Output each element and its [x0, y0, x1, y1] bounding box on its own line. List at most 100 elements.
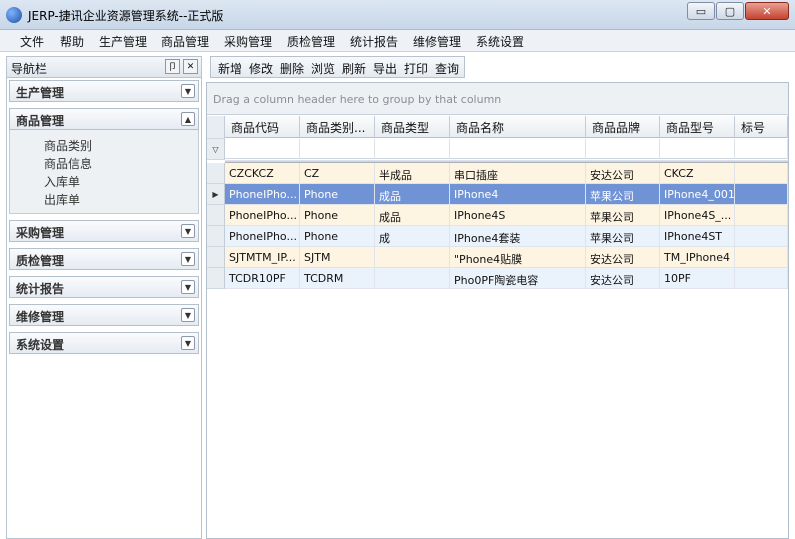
chevron-down-icon[interactable]: ▼	[181, 308, 195, 322]
column-header-code[interactable]: 商品代码	[225, 116, 300, 138]
table-cell[interactable]: 10PF	[660, 268, 735, 289]
column-header-category[interactable]: 商品类别...	[300, 116, 375, 138]
chevron-down-icon[interactable]: ▼	[181, 252, 195, 266]
column-header-type[interactable]: 商品类型	[375, 116, 450, 138]
table-cell[interactable]: PhoneIPho...	[225, 226, 300, 247]
table-cell[interactable]: TCDR10PF	[225, 268, 300, 289]
table-cell[interactable]: Pho0PF陶瓷电容	[450, 268, 586, 289]
sidebar-item-outbound[interactable]: 出库单	[44, 191, 80, 208]
filter-cell[interactable]	[375, 139, 450, 159]
table-cell[interactable]: CZ	[300, 163, 375, 184]
refresh-button[interactable]: 刷新	[342, 60, 366, 77]
browse-button[interactable]: 浏览	[311, 60, 335, 77]
table-cell[interactable]: IPhone4S	[450, 205, 586, 226]
chevron-up-icon[interactable]: ▲	[181, 112, 195, 126]
table-cell[interactable]: CKCZ	[660, 163, 735, 184]
table-cell[interactable]: 安达公司	[586, 163, 660, 184]
edit-button[interactable]: 修改	[249, 60, 273, 77]
close-button[interactable]: ✕	[745, 2, 789, 20]
group-reports[interactable]: 统计报告 ▼	[9, 276, 199, 298]
menu-production[interactable]: 生产管理	[99, 33, 147, 50]
group-settings[interactable]: 系统设置 ▼	[9, 332, 199, 354]
row-indicator[interactable]	[207, 247, 225, 268]
table-cell[interactable]: 安达公司	[586, 247, 660, 268]
export-button[interactable]: 导出	[373, 60, 397, 77]
menu-file[interactable]: 文件	[20, 33, 44, 50]
add-button[interactable]: 新增	[218, 60, 242, 77]
table-cell[interactable]: IPhone4S_...	[660, 205, 735, 226]
table-cell[interactable]	[375, 247, 450, 268]
column-header-model[interactable]: 商品型号	[660, 116, 735, 138]
delete-button[interactable]: 删除	[280, 60, 304, 77]
table-cell[interactable]: IPhone4ST	[660, 226, 735, 247]
table-cell[interactable]: 串口插座	[450, 163, 586, 184]
filter-icon[interactable]: ▽	[207, 139, 225, 160]
table-cell[interactable]	[375, 268, 450, 289]
group-goods[interactable]: 商品管理 ▲	[9, 108, 199, 130]
sidebar-item-goods-category[interactable]: 商品类别	[44, 137, 92, 154]
group-production[interactable]: 生产管理 ▼	[9, 80, 199, 102]
menu-repair[interactable]: 维修管理	[413, 33, 461, 50]
menu-help[interactable]: 帮助	[60, 33, 84, 50]
group-quality[interactable]: 质检管理 ▼	[9, 248, 199, 270]
group-repair[interactable]: 维修管理 ▼	[9, 304, 199, 326]
table-cell[interactable]	[735, 184, 788, 205]
table-cell[interactable]: Phone	[300, 226, 375, 247]
print-button[interactable]: 打印	[404, 60, 428, 77]
table-cell[interactable]: 成品	[375, 205, 450, 226]
group-purchase[interactable]: 采购管理 ▼	[9, 220, 199, 242]
menu-goods[interactable]: 商品管理	[161, 33, 209, 50]
table-cell[interactable]	[735, 268, 788, 289]
filter-cell[interactable]	[735, 139, 788, 159]
table-cell[interactable]	[735, 226, 788, 247]
chevron-down-icon[interactable]: ▼	[181, 280, 195, 294]
table-cell[interactable]: CZCKCZ	[225, 163, 300, 184]
table-cell[interactable]: 半成品	[375, 163, 450, 184]
table-cell[interactable]: Phone	[300, 184, 375, 205]
table-cell[interactable]: 苹果公司	[586, 205, 660, 226]
filter-row[interactable]	[225, 139, 788, 159]
table-cell[interactable]: 安达公司	[586, 268, 660, 289]
table-cell[interactable]: SJTM	[300, 247, 375, 268]
query-button[interactable]: 查询	[435, 60, 459, 77]
table-cell[interactable]	[735, 163, 788, 184]
column-header-label[interactable]: 标号	[735, 116, 788, 138]
table-cell[interactable]: 苹果公司	[586, 226, 660, 247]
table-cell[interactable]	[735, 205, 788, 226]
table-cell[interactable]: SJTMTM_IP...	[225, 247, 300, 268]
filter-cell[interactable]	[660, 139, 735, 159]
table-cell[interactable]: 苹果公司	[586, 184, 660, 205]
menu-reports[interactable]: 统计报告	[350, 33, 398, 50]
menu-quality[interactable]: 质检管理	[287, 33, 335, 50]
group-by-panel[interactable]: Drag a column header here to group by th…	[207, 83, 788, 115]
row-indicator[interactable]	[207, 163, 225, 184]
column-header-brand[interactable]: 商品品牌	[586, 116, 660, 138]
column-header-name[interactable]: 商品名称	[450, 116, 586, 138]
filter-cell[interactable]	[586, 139, 660, 159]
table-cell[interactable]: "Phone4贴膜	[450, 247, 586, 268]
sidebar-item-inbound[interactable]: 入库单	[44, 173, 80, 190]
row-indicator[interactable]	[207, 205, 225, 226]
table-cell[interactable]: Phone	[300, 205, 375, 226]
chevron-down-icon[interactable]: ▼	[181, 84, 195, 98]
table-cell[interactable]: 成	[375, 226, 450, 247]
table-cell[interactable]: PhoneIPho...	[225, 184, 300, 205]
menu-purchase[interactable]: 采购管理	[224, 33, 272, 50]
pin-icon[interactable]: 卩	[165, 59, 180, 74]
filter-cell[interactable]	[225, 139, 300, 159]
table-cell[interactable]: 成品	[375, 184, 450, 205]
table-cell[interactable]: TM_IPhone4	[660, 247, 735, 268]
table-cell[interactable]	[735, 247, 788, 268]
row-indicator[interactable]	[207, 226, 225, 247]
filter-cell[interactable]	[300, 139, 375, 159]
row-indicator[interactable]	[207, 268, 225, 289]
table-cell[interactable]: IPhone4	[450, 184, 586, 205]
table-cell[interactable]: TCDRM	[300, 268, 375, 289]
maximize-button[interactable]: ▢	[716, 2, 744, 20]
sidebar-item-goods-info[interactable]: 商品信息	[44, 155, 92, 172]
table-cell[interactable]: PhoneIPho...	[225, 205, 300, 226]
current-row-arrow-icon[interactable]: ▶	[207, 184, 225, 205]
minimize-button[interactable]: ▭	[687, 2, 715, 20]
sidebar-close-icon[interactable]: ✕	[183, 59, 198, 74]
menu-settings[interactable]: 系统设置	[476, 33, 524, 50]
